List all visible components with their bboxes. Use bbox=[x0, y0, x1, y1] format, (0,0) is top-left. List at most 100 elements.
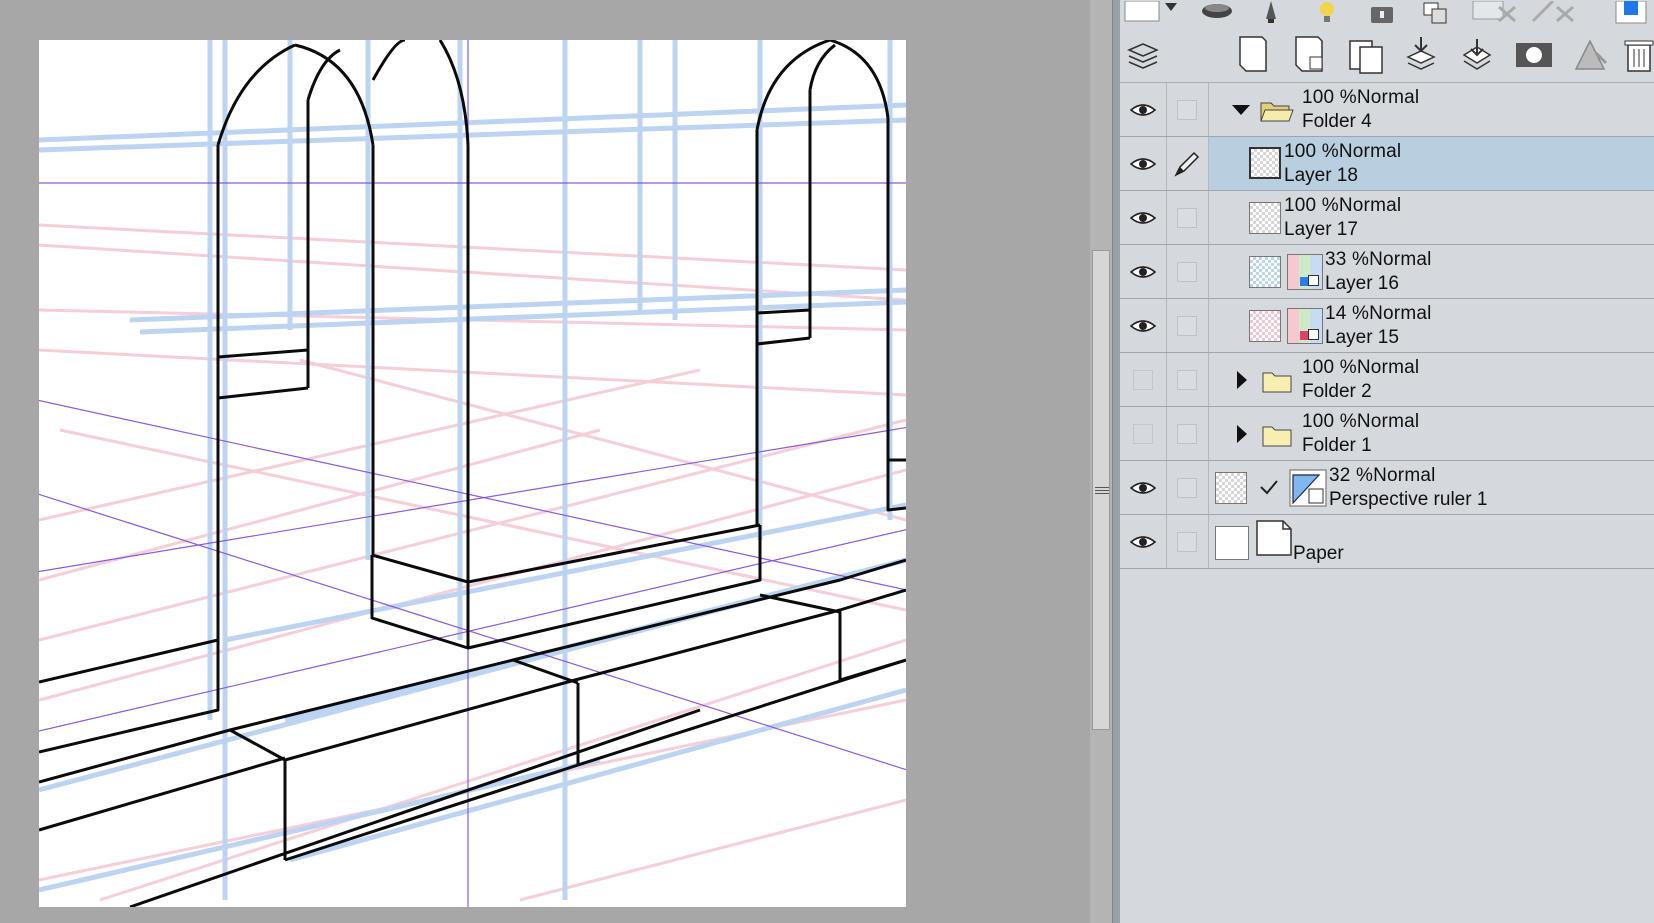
eye-icon bbox=[1130, 319, 1156, 332]
lock-checkbox bbox=[1177, 315, 1197, 336]
layer-row-layer-18[interactable]: 100 %Normal Layer 18 bbox=[1120, 137, 1654, 191]
visibility-toggle[interactable] bbox=[1120, 299, 1167, 352]
layer-opacity-blend: 33 %Normal bbox=[1325, 249, 1432, 270]
layer-row-folder-2[interactable]: 100 %Normal Folder 2 bbox=[1120, 353, 1654, 407]
layer-color-icon bbox=[1287, 308, 1323, 344]
lock-toggle[interactable] bbox=[1166, 245, 1209, 298]
visibility-toggle[interactable] bbox=[1120, 353, 1167, 406]
visibility-toggle[interactable] bbox=[1120, 461, 1167, 514]
layer-opacity-blend: 100 %Normal bbox=[1302, 87, 1420, 108]
new-folder-icon[interactable] bbox=[1346, 33, 1384, 77]
layer-content[interactable]: Paper bbox=[1209, 515, 1654, 568]
layer-content[interactable]: 100 %Normal Folder 2 bbox=[1209, 353, 1654, 406]
ruler-icon[interactable] bbox=[1570, 33, 1608, 77]
expand-arrow-icon[interactable] bbox=[1235, 370, 1249, 390]
color-swatch-icon[interactable] bbox=[1122, 0, 1184, 28]
layer-row-paper[interactable]: Paper bbox=[1120, 515, 1654, 569]
lock-checkbox bbox=[1177, 477, 1197, 498]
perspective-ruler-icon bbox=[1289, 469, 1327, 507]
layer-order-icon[interactable] bbox=[1418, 0, 1452, 28]
canvas-area[interactable] bbox=[0, 0, 1090, 923]
mask-delete-icon[interactable] bbox=[1470, 0, 1522, 28]
collapse-arrow-icon[interactable] bbox=[1231, 103, 1251, 117]
lamp-icon[interactable] bbox=[1254, 0, 1288, 28]
lock-checkbox bbox=[1177, 99, 1197, 120]
merge-visible-icon[interactable] bbox=[1458, 33, 1496, 77]
layer-content[interactable]: 100 %Normal Folder 1 bbox=[1209, 407, 1654, 460]
eye-icon bbox=[1130, 535, 1156, 548]
layer-row-perspective-ruler-1[interactable]: 32 %Normal Perspective ruler 1 bbox=[1120, 461, 1654, 515]
ruler-delete-icon[interactable] bbox=[1528, 0, 1580, 28]
create-mask-icon[interactable] bbox=[1514, 33, 1552, 77]
layer-content[interactable]: 100 %Normal Layer 17 bbox=[1209, 191, 1654, 244]
layer-row-layer-15[interactable]: 14 %Normal Layer 15 bbox=[1120, 299, 1654, 353]
delete-layer-icon[interactable] bbox=[1620, 33, 1654, 77]
lock-toggle[interactable] bbox=[1166, 407, 1209, 460]
layer-name: Layer 15 bbox=[1325, 327, 1399, 348]
visibility-toggle[interactable] bbox=[1120, 83, 1167, 136]
lock-toggle[interactable] bbox=[1166, 515, 1209, 568]
lock-toggle[interactable] bbox=[1166, 191, 1209, 244]
drawing-canvas[interactable] bbox=[0, 0, 1090, 923]
eye-icon bbox=[1130, 103, 1156, 116]
lock-checkbox bbox=[1177, 261, 1197, 282]
color-icon[interactable] bbox=[1610, 0, 1654, 28]
layer-thumbnail bbox=[1249, 147, 1281, 179]
lock-icon[interactable] bbox=[1365, 0, 1399, 28]
paper-surface bbox=[39, 40, 906, 907]
layer-thumbnail bbox=[1249, 256, 1281, 288]
visibility-toggle[interactable] bbox=[1120, 191, 1167, 244]
layer-palette-icon[interactable] bbox=[1124, 33, 1162, 77]
new-raster-layer-icon[interactable] bbox=[1234, 33, 1272, 77]
layer-name: Paper bbox=[1293, 543, 1344, 564]
hidden-checkbox bbox=[1133, 423, 1153, 444]
visibility-toggle[interactable] bbox=[1120, 515, 1167, 568]
editing-indicator[interactable] bbox=[1166, 137, 1209, 190]
folder-open-icon bbox=[1260, 102, 1294, 122]
canvas-vertical-scrollbar[interactable] bbox=[1090, 0, 1112, 923]
layer-opacity-blend: 100 %Normal bbox=[1302, 357, 1420, 378]
lock-toggle[interactable] bbox=[1166, 461, 1209, 514]
lock-checkbox bbox=[1177, 531, 1197, 552]
new-vector-layer-icon[interactable] bbox=[1290, 33, 1328, 77]
visibility-toggle[interactable] bbox=[1120, 407, 1167, 460]
eye-icon bbox=[1130, 157, 1156, 170]
hidden-checkbox bbox=[1133, 369, 1153, 390]
layer-row-folder-1[interactable]: 100 %Normal Folder 1 bbox=[1120, 407, 1654, 461]
lock-toggle[interactable] bbox=[1166, 353, 1209, 406]
layer-thumbnail bbox=[1215, 526, 1249, 560]
layer-content[interactable]: 14 %Normal Layer 15 bbox=[1209, 299, 1654, 352]
eye-icon bbox=[1130, 211, 1156, 224]
lock-toggle[interactable] bbox=[1166, 299, 1209, 352]
panel-splitter[interactable] bbox=[1095, 0, 1120, 923]
merge-down-icon[interactable] bbox=[1402, 33, 1440, 77]
splitter-grip-icon bbox=[1093, 485, 1111, 495]
visibility-toggle[interactable] bbox=[1120, 245, 1167, 298]
cauldron-icon[interactable] bbox=[1200, 0, 1234, 28]
expand-arrow-icon[interactable] bbox=[1235, 424, 1249, 444]
layer-content[interactable]: 33 %Normal Layer 16 bbox=[1209, 245, 1654, 298]
layer-thumbnail bbox=[1249, 310, 1281, 342]
layer-row-folder-4[interactable]: 100 %Normal Folder 4 bbox=[1120, 83, 1654, 137]
layer-color-icon bbox=[1287, 254, 1323, 290]
lightbulb-icon[interactable] bbox=[1310, 0, 1344, 28]
layer-name: Layer 17 bbox=[1284, 219, 1358, 240]
layer-name: Folder 1 bbox=[1302, 435, 1372, 456]
layer-content[interactable]: 100 %Normal Layer 18 bbox=[1209, 137, 1654, 190]
lock-toggle[interactable] bbox=[1166, 83, 1209, 136]
layer-panel: 100 %Normal Folder 4 100 %Normal Layer 1… bbox=[1120, 0, 1654, 923]
layer-opacity-blend: 100 %Normal bbox=[1302, 411, 1420, 432]
layer-property-toolbar bbox=[1120, 0, 1654, 29]
layer-opacity-blend: 14 %Normal bbox=[1325, 303, 1432, 324]
layer-list: 100 %Normal Folder 4 100 %Normal Layer 1… bbox=[1120, 83, 1654, 569]
layer-thumbnail bbox=[1215, 472, 1247, 504]
layer-content[interactable]: 32 %Normal Perspective ruler 1 bbox=[1209, 461, 1654, 514]
layer-thumbnail bbox=[1249, 202, 1281, 234]
layer-row-layer-17[interactable]: 100 %Normal Layer 17 bbox=[1120, 191, 1654, 245]
layer-content[interactable]: 100 %Normal Folder 4 bbox=[1209, 83, 1654, 136]
layer-row-layer-16[interactable]: 33 %Normal Layer 16 bbox=[1120, 245, 1654, 299]
layer-opacity-blend: 32 %Normal bbox=[1329, 465, 1436, 486]
layer-name: Layer 18 bbox=[1284, 165, 1358, 186]
layer-name: Folder 4 bbox=[1302, 111, 1372, 132]
visibility-toggle[interactable] bbox=[1120, 137, 1167, 190]
